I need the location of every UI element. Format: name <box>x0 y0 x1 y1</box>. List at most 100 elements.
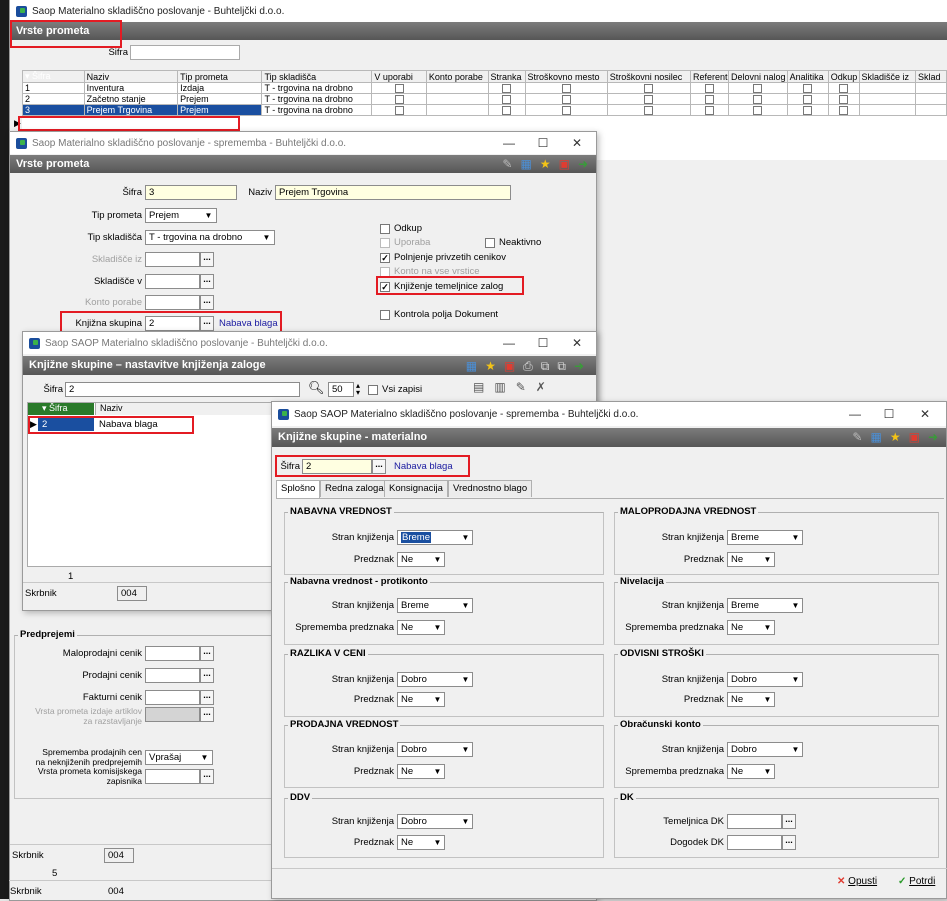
close-button[interactable]: ✕ <box>560 332 594 354</box>
col-v-uporabi[interactable]: V uporabi <box>371 70 427 83</box>
edit-icon[interactable]: ✎ <box>852 430 862 444</box>
star-icon[interactable]: ★ <box>540 157 551 171</box>
main-filter-input[interactable] <box>130 45 240 60</box>
tab-redna-zaloga[interactable]: Redna zaloga <box>320 480 389 497</box>
g10-tem-input[interactable] <box>727 814 782 829</box>
vp-kontrola-checkbox[interactable] <box>380 310 390 320</box>
ks-vsi-checkbox[interactable] <box>368 385 378 395</box>
exit-icon[interactable]: ➜ <box>574 359 584 374</box>
col-sklad[interactable]: Sklad <box>915 70 947 83</box>
grid-icon[interactable]: ▦ <box>466 359 477 374</box>
tab-splosno[interactable]: Splošno <box>276 480 321 498</box>
vp-odkup-checkbox[interactable] <box>380 224 390 234</box>
chevron-down-icon: ▼ <box>200 753 209 762</box>
exit-icon[interactable]: ➜ <box>928 430 938 444</box>
close-button[interactable]: ✕ <box>908 402 942 426</box>
minimize-button[interactable]: — <box>492 132 526 154</box>
ks-sifra-input[interactable]: 2 <box>65 382 300 397</box>
pred-fakt-input[interactable] <box>145 690 200 705</box>
table-row[interactable]: 3 Prejem Trgovina Prejem T - trgovina na dr… <box>22 104 947 117</box>
maximize-button[interactable]: ☐ <box>526 132 560 154</box>
vp-skl-iz-label: Skladišče iz <box>91 254 142 265</box>
vp-polnjenje-checkbox[interactable]: ✓ <box>380 253 390 263</box>
maximize-button[interactable]: ☐ <box>526 332 560 354</box>
opusti-button[interactable]: ✕ Opusti <box>837 876 877 887</box>
vp-skl-iz-lookup[interactable]: ... <box>200 252 214 267</box>
vp-skl-v-lookup[interactable]: ... <box>200 274 214 289</box>
vp-skl-v-input[interactable] <box>145 274 200 289</box>
table-row[interactable]: 2 Začetno stanje Prejem T - trgovina na dro… <box>22 93 947 106</box>
grid-icon[interactable]: ▦ <box>870 430 881 444</box>
pred-fakt-label: Fakturni cenik <box>82 692 142 703</box>
spin-icon[interactable]: ▴ ▾ <box>356 382 360 397</box>
col-delovni-nalog[interactable]: Delovni nalog <box>728 70 788 83</box>
vp-tip-skladisca-select[interactable]: T - trgovina na drobno <box>145 230 275 245</box>
pred-kom-input[interactable] <box>145 769 200 784</box>
g10-dog-input[interactable] <box>727 835 782 850</box>
main-grid[interactable]: ▾ Šifra Naziv Tip prometa Tip skladišča … <box>22 70 947 117</box>
modify-icon[interactable]: ✎ <box>516 380 526 394</box>
copy-icon[interactable]: ⧉ <box>541 359 550 374</box>
pdf-icon[interactable]: ▣ <box>909 430 920 444</box>
col-strnosilec[interactable]: Stroškovni nosilec <box>606 70 692 83</box>
vp-konto-input[interactable] <box>145 295 200 310</box>
vp-konto-lookup[interactable]: ... <box>200 295 214 310</box>
pred-malo-lookup[interactable]: ... <box>200 646 214 661</box>
edit-icon[interactable]: ✎ <box>502 157 512 171</box>
table-row[interactable]: 1 Inventura Izdaja T - trgovina na drobno <box>22 81 947 95</box>
vp-skl-iz-input[interactable] <box>145 252 200 267</box>
col-analitika[interactable]: Analitika <box>786 70 829 83</box>
col-naziv[interactable]: Naziv <box>83 70 179 83</box>
tab-konsignacija[interactable]: Konsignacija <box>384 480 448 497</box>
pdf-icon[interactable]: ▣ <box>559 157 570 171</box>
star-icon[interactable]: ★ <box>485 359 496 374</box>
vp-sifra-input[interactable]: 3 <box>145 185 237 200</box>
col-konto-porabe[interactable]: Konto porabe <box>425 70 489 83</box>
col-strmesto[interactable]: Stroškovno mesto <box>524 70 608 83</box>
ks-count-input[interactable]: 50 <box>328 382 354 397</box>
vp-uporaba-checkbox[interactable] <box>380 238 390 248</box>
pred-prod-lookup[interactable]: ... <box>200 668 214 683</box>
close-button[interactable]: ✕ <box>560 132 594 154</box>
vp-naziv-input[interactable]: Prejem Trgovina <box>275 185 511 200</box>
g10-dog-lookup[interactable]: ... <box>782 835 796 850</box>
pred-malo-input[interactable] <box>145 646 200 661</box>
pred-vrsta-lookup[interactable]: ... <box>200 707 214 722</box>
edit-record-icon[interactable]: ▥ <box>494 380 505 394</box>
main-counter: 5 <box>52 868 58 879</box>
minimize-button[interactable]: — <box>492 332 526 354</box>
pred-kom-lookup[interactable]: ... <box>200 769 214 784</box>
col-tip-prometa[interactable]: Tip prometa <box>177 70 263 83</box>
col-tip-skladisca[interactable]: Tip skladišča <box>261 70 373 83</box>
col-skladisce-iz[interactable]: Skladišče iz <box>858 70 917 83</box>
maximize-button[interactable]: ☐ <box>872 402 906 426</box>
main-footer-line <box>9 880 279 881</box>
vp-polnjenje-label: Polnjenje privzetih cenikov <box>394 252 506 263</box>
col-referent[interactable]: Referent <box>689 70 730 83</box>
col-sifra[interactable]: ▾ Šifra <box>22 70 85 83</box>
ks-col-naziv[interactable]: Naziv <box>95 403 275 415</box>
search-icon[interactable]: 🔍︎ <box>308 380 325 396</box>
exit-icon[interactable]: ➜ <box>578 157 588 171</box>
pred-prod-input[interactable] <box>145 668 200 683</box>
col-stranka[interactable]: Stranka <box>487 70 526 83</box>
tab-vrednostno-blago[interactable]: Vrednostno blago <box>448 480 533 497</box>
grid-icon[interactable]: ▦ <box>520 157 531 171</box>
paste-icon[interactable]: ⧉ <box>557 359 566 374</box>
pred-vrsta-input[interactable] <box>145 707 200 722</box>
col-odkup[interactable]: Odkup <box>827 70 860 83</box>
vp-title: Saop Materialno skladiščno poslovanje - … <box>32 137 347 149</box>
potrdi-button[interactable]: ✓ Potrdi <box>898 876 935 887</box>
g6-title: MALOPRODAJNA VREDNOST <box>618 506 759 517</box>
pred-fakt-lookup[interactable]: ... <box>200 690 214 705</box>
vp-neaktivno-checkbox[interactable] <box>485 238 495 248</box>
pdf-icon[interactable]: ▣ <box>504 359 515 374</box>
ks-col-sifra[interactable]: ▾ Šifra <box>28 403 94 415</box>
new-icon[interactable]: ▤ <box>473 380 484 394</box>
print-icon[interactable]: ⎙ <box>523 359 533 374</box>
star-icon[interactable]: ★ <box>890 430 901 444</box>
g10-tem-lookup[interactable]: ... <box>782 814 796 829</box>
delete-icon[interactable]: ✗ <box>536 380 546 394</box>
minimize-button[interactable]: — <box>838 402 872 426</box>
g7-stran-label: Stran knjiženja <box>661 600 724 611</box>
